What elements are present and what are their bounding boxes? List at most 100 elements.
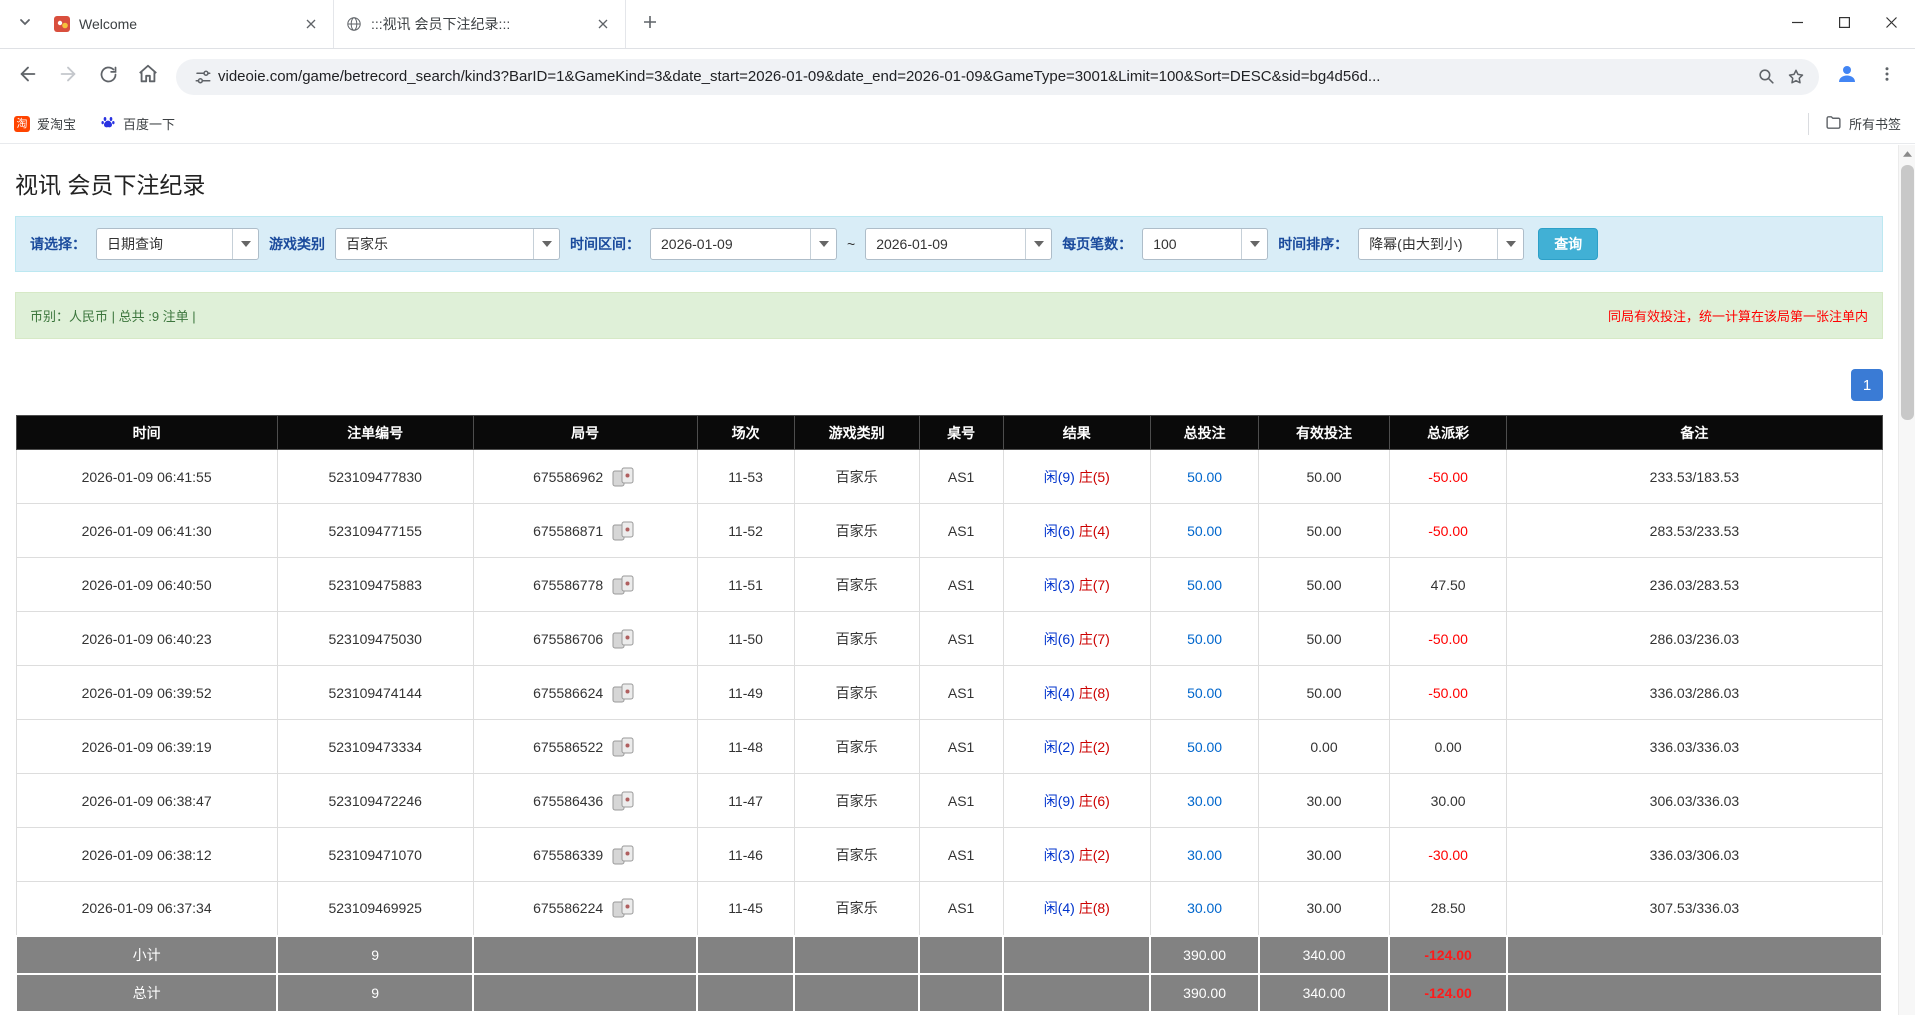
game-kind-value: 百家乐 — [336, 234, 533, 254]
game-result-cards-icon[interactable] — [611, 520, 637, 542]
cell-session: 11-48 — [697, 720, 794, 774]
cell-session: 11-47 — [697, 774, 794, 828]
cell-game-kind: 百家乐 — [794, 612, 919, 666]
forward-button[interactable] — [50, 59, 86, 95]
tab-search-button[interactable] — [8, 7, 42, 41]
home-button[interactable] — [130, 59, 166, 95]
result-banker: 庄(7) — [1079, 631, 1110, 647]
game-result-cards-icon[interactable] — [611, 897, 637, 919]
cell-note: 286.03/236.03 — [1507, 612, 1882, 666]
game-result-cards-icon[interactable] — [611, 844, 637, 866]
cell-result: 闲(6) 庄(7) — [1003, 612, 1150, 666]
cell-note: 307.53/336.03 — [1507, 882, 1882, 936]
date-start-dropdown[interactable]: 2026-01-09 — [650, 228, 837, 260]
bookmark-aitaobao[interactable]: 淘 爱淘宝 — [14, 114, 76, 133]
game-result-cards-icon[interactable] — [611, 628, 637, 650]
date-end-dropdown[interactable]: 2026-01-09 — [865, 228, 1052, 260]
game-result-cards-icon[interactable] — [611, 574, 637, 596]
chevron-down-icon[interactable] — [1497, 229, 1523, 259]
cell-time: 2026-01-09 06:37:34 — [16, 882, 277, 936]
bookmark-star-icon[interactable] — [1781, 62, 1811, 92]
cell-session: 11-51 — [697, 558, 794, 612]
round-number: 675586778 — [533, 577, 603, 593]
sort-label: 时间排序： — [1278, 234, 1348, 254]
round-number: 675586224 — [533, 900, 603, 916]
date-end-value: 2026-01-09 — [866, 236, 1025, 252]
chevron-down-icon — [18, 15, 32, 34]
tab-close-icon[interactable] — [593, 14, 613, 34]
scrollbar-thumb[interactable] — [1901, 165, 1914, 420]
cell-game-kind: 百家乐 — [794, 450, 919, 504]
cell-total-bet: 50.00 — [1150, 666, 1258, 720]
cell-round: 675586871 — [473, 504, 697, 558]
chevron-down-icon[interactable] — [232, 229, 258, 259]
address-bar[interactable]: videoie.com/game/betrecord_search/kind3?… — [176, 59, 1819, 95]
chevron-down-icon[interactable] — [810, 229, 836, 259]
bookmark-baidu[interactable]: 百度一下 — [100, 114, 175, 133]
maximize-button[interactable] — [1821, 0, 1868, 48]
new-tab-button[interactable] — [634, 8, 666, 40]
header-payout: 总派彩 — [1389, 416, 1507, 450]
site-settings-icon[interactable] — [188, 62, 218, 92]
vertical-scrollbar[interactable] — [1898, 145, 1915, 1015]
cell-game-kind: 百家乐 — [794, 828, 919, 882]
cell-game-kind: 百家乐 — [794, 882, 919, 936]
url-text[interactable]: videoie.com/game/betrecord_search/kind3?… — [218, 68, 1751, 85]
home-icon — [137, 63, 159, 90]
reload-button[interactable] — [90, 59, 126, 95]
cell-total-bet: 50.00 — [1150, 612, 1258, 666]
cell-bet-id: 523109475883 — [277, 558, 473, 612]
bookmark-label: 爱淘宝 — [37, 114, 76, 133]
header-bet-id: 注单编号 — [277, 416, 473, 450]
game-result-cards-icon[interactable] — [611, 736, 637, 758]
chevron-down-icon[interactable] — [533, 229, 559, 259]
chevron-down-icon[interactable] — [1025, 229, 1051, 259]
query-type-dropdown[interactable]: 日期查询 — [96, 228, 259, 260]
profile-avatar[interactable] — [1829, 59, 1865, 95]
round-number: 675586436 — [533, 793, 603, 809]
header-result: 结果 — [1003, 416, 1150, 450]
cell-time: 2026-01-09 06:38:12 — [16, 828, 277, 882]
cell-round: 675586778 — [473, 558, 697, 612]
chevron-down-icon[interactable] — [1241, 229, 1267, 259]
per-page-dropdown[interactable]: 100 — [1142, 228, 1268, 260]
zoom-icon[interactable] — [1751, 62, 1781, 92]
cell-session: 11-50 — [697, 612, 794, 666]
tab-betrecord[interactable]: :::视讯 会员下注纪录::: — [334, 0, 626, 48]
table-row: 2026-01-09 06:37:34 523109469925 6755862… — [16, 882, 1882, 936]
cell-result: 闲(9) 庄(6) — [1003, 774, 1150, 828]
taobao-icon: 淘 — [14, 116, 30, 132]
close-window-button[interactable] — [1868, 0, 1915, 48]
game-result-cards-icon[interactable] — [611, 682, 637, 704]
all-bookmarks-button[interactable]: 所有书签 — [1808, 113, 1901, 135]
cell-round: 675586962 — [473, 450, 697, 504]
cell-note: 233.53/183.53 — [1507, 450, 1882, 504]
page-title: 视讯 会员下注纪录 — [15, 166, 1883, 200]
cell-note: 306.03/336.03 — [1507, 774, 1882, 828]
game-kind-dropdown[interactable]: 百家乐 — [335, 228, 560, 260]
game-result-cards-icon[interactable] — [611, 466, 637, 488]
search-button[interactable]: 查询 — [1538, 228, 1598, 260]
page-content: 视讯 会员下注纪录 请选择： 日期查询 游戏类别 百家乐 时间区间： 2026-… — [0, 166, 1898, 1013]
plus-icon — [643, 15, 657, 34]
cell-session: 11-52 — [697, 504, 794, 558]
query-type-value: 日期查询 — [97, 234, 232, 254]
page-1-button[interactable]: 1 — [1851, 369, 1883, 401]
header-game-kind: 游戏类别 — [794, 416, 919, 450]
browser-menu-button[interactable] — [1869, 59, 1905, 95]
result-banker: 庄(6) — [1079, 793, 1110, 809]
cell-payout: 30.00 — [1389, 774, 1507, 828]
back-button[interactable] — [10, 59, 46, 95]
cell-result: 闲(6) 庄(4) — [1003, 504, 1150, 558]
cell-payout: 28.50 — [1389, 882, 1507, 936]
sort-value: 降幂(由大到小) — [1359, 234, 1497, 254]
sort-dropdown[interactable]: 降幂(由大到小) — [1358, 228, 1524, 260]
game-result-cards-icon[interactable] — [611, 790, 637, 812]
subtotal-count: 9 — [277, 936, 473, 974]
summary-currency-count: 币别：人民币 | 总共 :9 注单 | — [30, 306, 196, 325]
result-player: 闲(6) — [1044, 631, 1075, 647]
scroll-up-arrow-icon[interactable] — [1899, 145, 1915, 162]
minimize-button[interactable] — [1774, 0, 1821, 48]
tab-welcome[interactable]: Welcome — [42, 0, 334, 48]
tab-close-icon[interactable] — [301, 14, 321, 34]
